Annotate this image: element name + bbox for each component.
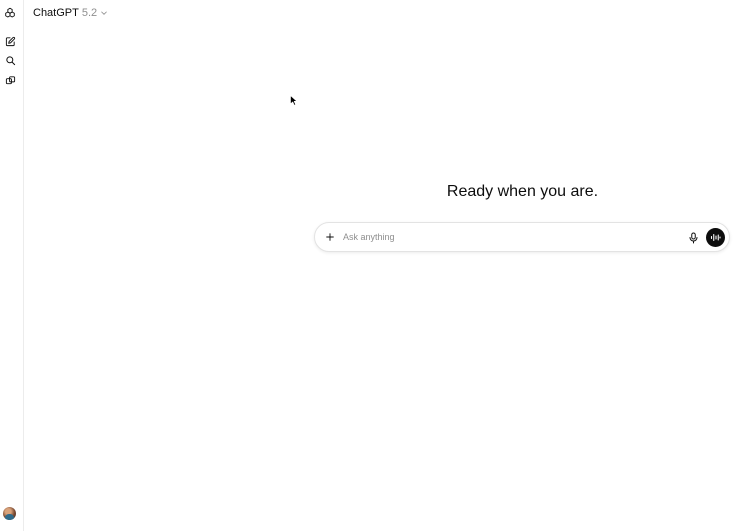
page-title: Ready when you are.	[446, 183, 599, 200]
library-icon[interactable]	[2, 72, 18, 88]
chatgpt-window: ChatGPT 5.2 Ready when you are.	[0, 0, 750, 531]
openai-logo-icon[interactable]	[2, 5, 18, 21]
mouse-cursor-icon	[290, 93, 298, 111]
sidebar-rail	[0, 0, 24, 531]
prompt-composer	[314, 222, 730, 252]
microphone-icon[interactable]	[687, 231, 699, 244]
chevron-down-icon	[100, 4, 108, 22]
new-chat-icon[interactable]	[2, 33, 18, 49]
add-attachment-button[interactable]	[323, 230, 337, 244]
avatar[interactable]	[3, 507, 16, 520]
model-switcher[interactable]: ChatGPT 5.2	[33, 5, 108, 21]
prompt-input[interactable]	[343, 229, 673, 245]
voice-mode-button[interactable]	[706, 228, 725, 247]
search-icon[interactable]	[2, 52, 18, 68]
model-version: 5.2	[81, 7, 98, 19]
model-name: ChatGPT	[33, 7, 79, 19]
